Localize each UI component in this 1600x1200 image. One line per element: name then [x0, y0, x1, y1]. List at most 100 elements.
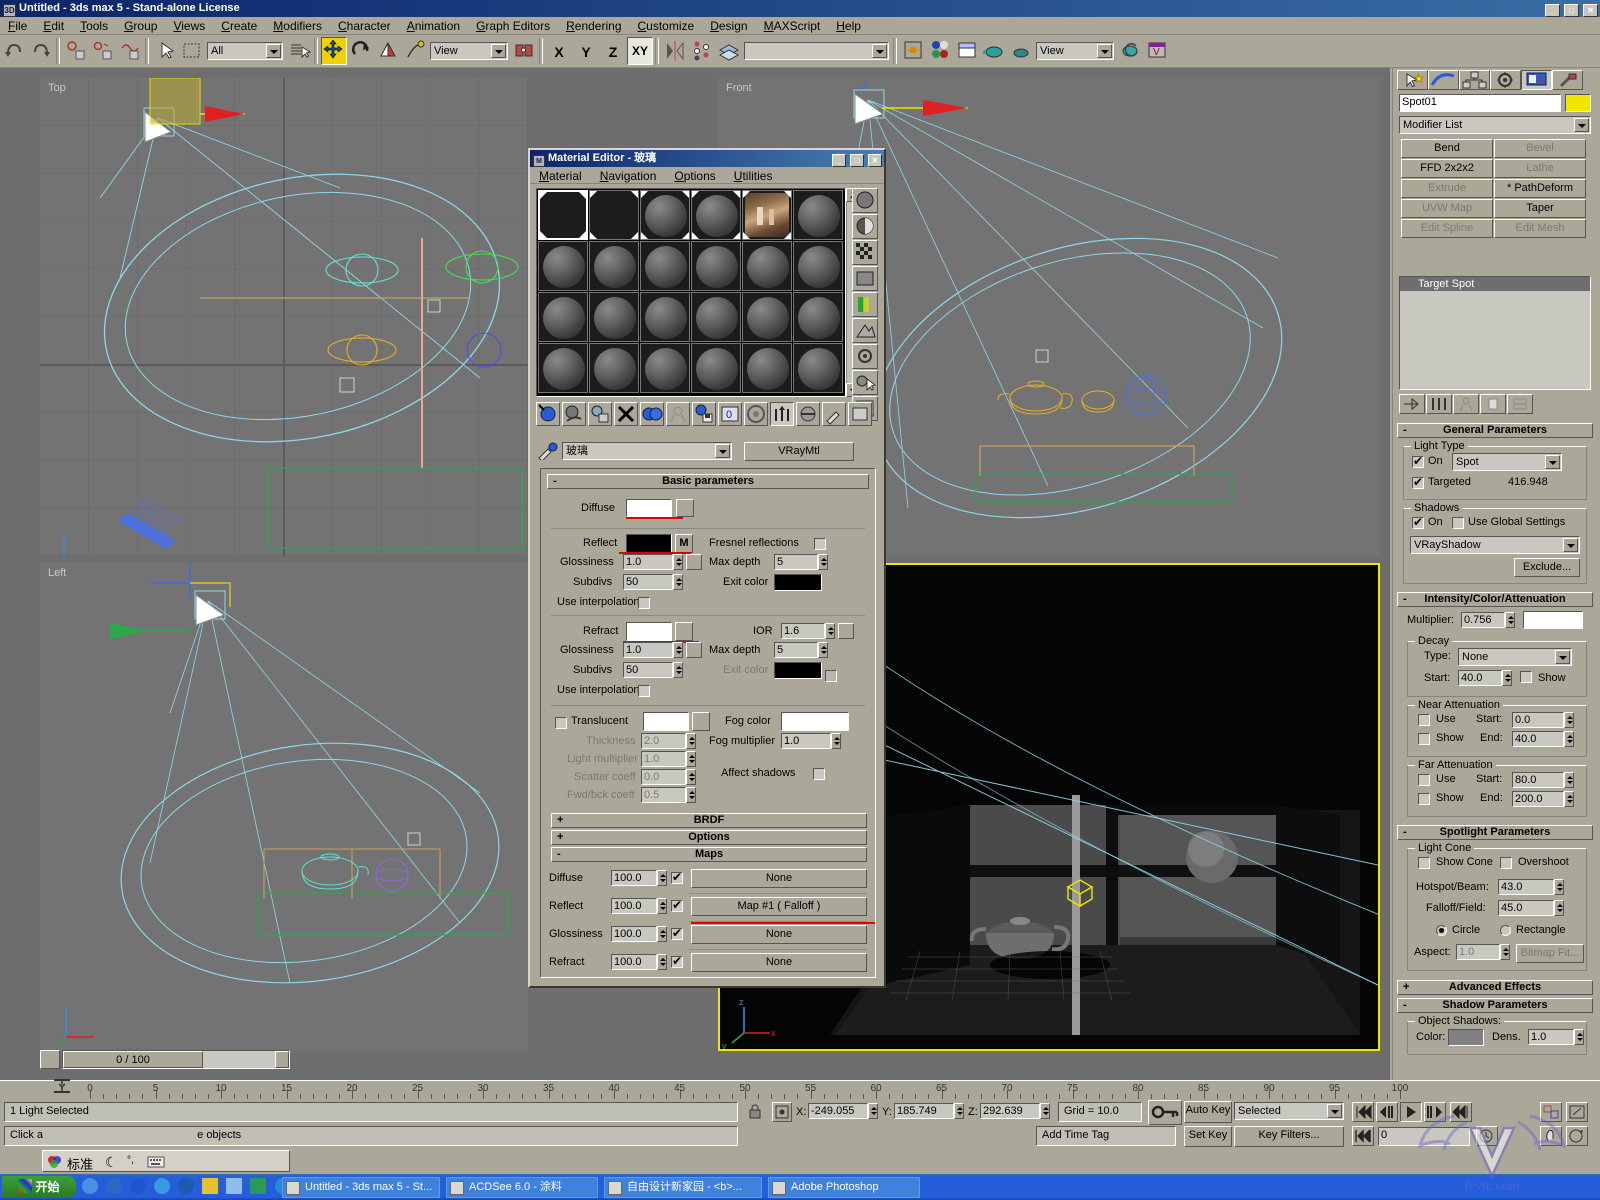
near-show-checkbox[interactable] — [1418, 733, 1430, 745]
tab-modify[interactable] — [1428, 70, 1459, 90]
show-map-in-viewport-icon[interactable]: 0 — [718, 402, 742, 426]
curve-editor-icon[interactable] — [900, 37, 926, 65]
x-coordinate-field[interactable]: -249.055 — [808, 1103, 868, 1119]
assign-material-to-selection-icon[interactable] — [588, 402, 612, 426]
chevron-down-icon[interactable] — [266, 44, 281, 58]
map-enable-checkbox[interactable] — [671, 954, 683, 968]
far-end-spinner[interactable] — [1564, 791, 1574, 807]
chevron-down-icon[interactable] — [491, 44, 506, 58]
menu-item-maxscript[interactable]: MAXScript — [756, 17, 829, 35]
ime-moon-icon[interactable]: ☾ — [105, 1154, 118, 1171]
advanced-effects-rollout[interactable]: + Advanced Effects — [1397, 980, 1593, 995]
material-slot-grid[interactable] — [536, 188, 846, 397]
ior-spinner[interactable] — [825, 623, 835, 639]
backlight-icon[interactable] — [852, 214, 878, 239]
overshoot-checkbox[interactable] — [1500, 857, 1512, 869]
refract-color-swatch[interactable] — [626, 622, 672, 641]
refract-glossiness-field[interactable]: 1.0 — [623, 642, 673, 658]
map-amount-spinner[interactable] — [657, 870, 667, 886]
go-forward-to-sibling-icon[interactable] — [796, 402, 820, 426]
object-name-field[interactable]: Spot01 — [1399, 94, 1561, 112]
map-slot-button[interactable]: Map #1 ( Falloff ) — [691, 897, 867, 916]
options-rollout[interactable]: + Options — [551, 830, 867, 845]
modifier-button-taper[interactable]: Taper — [1494, 199, 1586, 218]
material-slot-21[interactable] — [640, 343, 690, 393]
spotlight-parameters-rollout[interactable]: - Spotlight Parameters — [1397, 825, 1593, 840]
modifier-button-edit-spline[interactable]: Edit Spline — [1401, 219, 1493, 238]
start-button[interactable]: 开始 — [2, 1176, 76, 1198]
reset-map-icon[interactable] — [614, 402, 638, 426]
menu-item-character[interactable]: Character — [330, 17, 399, 35]
material-effects-icon[interactable] — [848, 402, 872, 426]
time-slider[interactable]: 0 / 100 — [40, 1050, 290, 1069]
select-by-name-icon[interactable] — [286, 37, 312, 65]
material-slot-13[interactable] — [538, 292, 588, 342]
reflect-color-swatch[interactable] — [626, 534, 672, 553]
map-slot-button[interactable]: None — [691, 925, 867, 944]
reflect-glossiness-map-button[interactable] — [686, 554, 702, 570]
x-spinner[interactable] — [868, 1103, 878, 1119]
material-slot-9[interactable] — [640, 241, 690, 291]
map-amount-field[interactable]: 100.0 — [611, 898, 657, 914]
material-slot-7[interactable] — [538, 241, 588, 291]
map-enable-checkbox[interactable] — [671, 870, 683, 884]
warning-icon[interactable] — [202, 1178, 219, 1194]
layer-manager-icon[interactable] — [716, 37, 742, 65]
add-time-tag[interactable]: Add Time Tag — [1036, 1126, 1176, 1146]
select-object-icon[interactable] — [152, 37, 178, 65]
select-and-link-icon[interactable] — [63, 37, 89, 65]
timeline-ruler[interactable]: 0 5 10 15 20 25 30 35 40 45 50 55 60 65 70 75 80 85 90 95 10… — [87, 1082, 1408, 1099]
material-slot-16[interactable] — [691, 292, 741, 342]
material-slot-1[interactable] — [538, 190, 588, 240]
material-slot-18[interactable] — [793, 292, 843, 342]
menu-item-design[interactable]: Design — [702, 17, 755, 35]
fog-color-swatch[interactable] — [781, 712, 849, 731]
get-material-icon[interactable] — [536, 402, 560, 426]
select-and-rotate-icon[interactable] — [348, 37, 374, 65]
refract-exitcolor-swatch[interactable] — [774, 662, 822, 679]
render-preview-icon[interactable]: V — [1144, 37, 1170, 65]
diffuse-color-swatch[interactable] — [626, 499, 672, 517]
intensity-rollout[interactable]: - Intensity/Color/Attenuation — [1397, 592, 1593, 607]
thickness-field[interactable]: 2.0 — [641, 733, 686, 749]
menu-item-file[interactable]: File — [0, 17, 35, 35]
quicklaunch-icon-7[interactable] — [226, 1178, 243, 1194]
material-slot-8[interactable] — [589, 241, 639, 291]
falloff-spinner[interactable] — [1554, 900, 1564, 916]
ime-mode-label[interactable]: 标准 — [67, 1154, 93, 1173]
ime-keyboard-icon[interactable] — [147, 1155, 165, 1169]
reflect-subdivs-spinner[interactable] — [673, 574, 683, 590]
refract-maxdepth-spinner[interactable] — [818, 642, 828, 658]
map-amount-spinner[interactable] — [657, 954, 667, 970]
chevron-down-icon[interactable] — [1097, 44, 1112, 58]
time-slider-prev[interactable] — [40, 1050, 60, 1069]
bitmap-fit-button[interactable]: Bitmap Fit... — [1516, 944, 1584, 963]
restrict-z-icon[interactable]: Z — [600, 37, 626, 65]
viewport-left[interactable]: Left — [40, 563, 528, 1051]
fwdbck-coeff-spinner[interactable] — [686, 787, 696, 803]
falloff-field[interactable]: 45.0 — [1498, 900, 1554, 916]
select-region-icon[interactable] — [179, 37, 205, 65]
modifier-stack[interactable]: Target Spot — [1399, 276, 1591, 390]
ior-map-button[interactable] — [838, 623, 854, 639]
render-scene-icon[interactable] — [954, 37, 980, 65]
refract-maxdepth-field[interactable]: 5 — [774, 642, 818, 658]
modifier-list-dropdown[interactable]: Modifier List — [1399, 116, 1591, 134]
internet-explorer-icon[interactable] — [130, 1178, 147, 1194]
material-editor-icon[interactable] — [927, 37, 953, 65]
ime-punctuation-icon[interactable]: °, — [127, 1155, 134, 1166]
close-button[interactable]: ✕ — [1583, 4, 1598, 17]
multiplier-spinner[interactable] — [1505, 612, 1515, 628]
y-coordinate-field[interactable]: 185.749 — [894, 1103, 954, 1119]
goto-start-icon[interactable] — [1352, 1102, 1374, 1122]
light-on-checkbox[interactable] — [1412, 454, 1424, 468]
tab-hierarchy[interactable] — [1459, 70, 1490, 90]
quicklaunch-icon-2[interactable] — [106, 1178, 123, 1194]
z-spinner[interactable] — [1040, 1103, 1050, 1119]
key-step-icon[interactable] — [1352, 1126, 1374, 1146]
material-slot-3[interactable] — [640, 190, 690, 240]
material-type-button[interactable]: VRayMtl — [744, 442, 854, 461]
material-slot-2[interactable] — [589, 190, 639, 240]
reference-coordinate-system-dropdown[interactable]: View — [430, 42, 508, 60]
menu-item-edit[interactable]: Edit — [35, 17, 72, 35]
